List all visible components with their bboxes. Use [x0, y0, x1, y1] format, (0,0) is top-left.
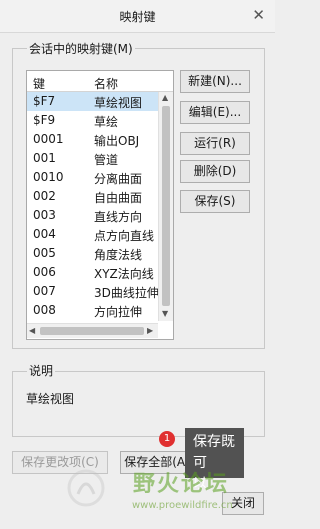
scroll-left-icon[interactable]: ◀ — [29, 326, 35, 335]
vertical-scrollbar[interactable]: ▲ ▼ — [158, 92, 173, 321]
mappings-list[interactable]: 键 名称 $F7 草绘视图 $F9 草绘 0001 输出OBJ 001 管道 0010 分离曲面 0… — [26, 70, 174, 340]
scroll-down-icon[interactable]: ▼ — [162, 309, 168, 318]
list-header: 键 名称 — [27, 71, 173, 92]
row-name: XYZ法向线 — [94, 267, 154, 281]
row-name: 输出OBJ — [94, 134, 140, 148]
close-icon[interactable]: ✕ — [252, 6, 265, 24]
column-header-key[interactable]: 键 — [33, 75, 45, 92]
step-badge: 1 — [159, 431, 175, 447]
description-group-label: 说明 — [27, 362, 56, 379]
row-name: 管道 — [94, 153, 119, 167]
row-name: 分离曲面 — [94, 172, 143, 186]
row-name: 角度法线 — [94, 248, 143, 262]
column-header-name[interactable]: 名称 — [94, 75, 118, 92]
row-key: 002 — [33, 189, 56, 203]
row-key: 008 — [33, 303, 56, 317]
row-name: 直线方向 — [94, 210, 143, 224]
list-rows: $F7 草绘视图 $F9 草绘 0001 输出OBJ 001 管道 0010 分离曲面 002 自由曲… — [27, 92, 158, 320]
delete-button[interactable]: 删除(D) — [180, 160, 250, 183]
window-title: 映射键 — [119, 10, 156, 24]
title-bar: 映射键 ✕ — [0, 0, 275, 33]
scroll-up-icon[interactable]: ▲ — [162, 93, 168, 102]
list-row[interactable]: $F7 草绘视图 — [27, 92, 158, 111]
row-name: 方向拉伸 — [94, 305, 143, 319]
row-key: 001 — [33, 151, 56, 165]
row-key: 0010 — [33, 170, 64, 184]
list-row[interactable]: 004 点方向直线 — [27, 225, 158, 244]
row-key: 005 — [33, 246, 56, 260]
save-button[interactable]: 保存(S) — [180, 190, 250, 213]
watermark-text: 野火论坛 — [133, 472, 230, 497]
new-button[interactable]: 新建(N)... — [180, 70, 250, 93]
list-row[interactable]: 002 自由曲面 — [27, 187, 158, 206]
row-key: $F9 — [33, 113, 56, 127]
list-row[interactable]: 003 直线方向 — [27, 206, 158, 225]
row-key: 0001 — [33, 132, 64, 146]
row-name: 3D曲线拉伸 — [94, 286, 158, 300]
scroll-right-icon[interactable]: ▶ — [147, 326, 153, 335]
list-row[interactable]: 005 角度法线 — [27, 244, 158, 263]
list-row[interactable]: 0010 分离曲面 — [27, 168, 158, 187]
run-button[interactable]: 运行(R) — [180, 132, 250, 155]
list-row[interactable]: 0001 输出OBJ — [27, 130, 158, 149]
edit-button[interactable]: 编辑(E)... — [180, 101, 250, 124]
horizontal-scroll-thumb[interactable] — [40, 327, 144, 335]
row-name: 草绘 — [94, 115, 119, 129]
list-row[interactable]: 008 方向拉伸 — [27, 301, 158, 320]
row-key: 007 — [33, 284, 56, 298]
row-name: 草绘视图 — [94, 96, 143, 110]
description-text: 草绘视图 — [26, 392, 75, 406]
row-key: 003 — [33, 208, 56, 222]
list-row[interactable]: 006 XYZ法向线 — [27, 263, 158, 282]
list-row[interactable]: $F9 草绘 — [27, 111, 158, 130]
list-row[interactable]: 001 管道 — [27, 149, 158, 168]
row-name: 点方向直线 — [94, 229, 155, 243]
list-row[interactable]: 007 3D曲线拉伸 — [27, 282, 158, 301]
row-name: 自由曲面 — [94, 191, 143, 205]
row-key: 004 — [33, 227, 56, 241]
horizontal-scrollbar[interactable]: ◀ ▶ — [27, 323, 158, 338]
watermark-url: www.proewildfire.cn — [132, 500, 233, 511]
vertical-scroll-thumb[interactable] — [162, 106, 170, 306]
mappings-group-label: 会话中的映射键(M) — [27, 40, 135, 57]
row-key: 006 — [33, 265, 56, 279]
row-key: $F7 — [33, 94, 56, 108]
watermark-logo-icon — [67, 469, 105, 507]
